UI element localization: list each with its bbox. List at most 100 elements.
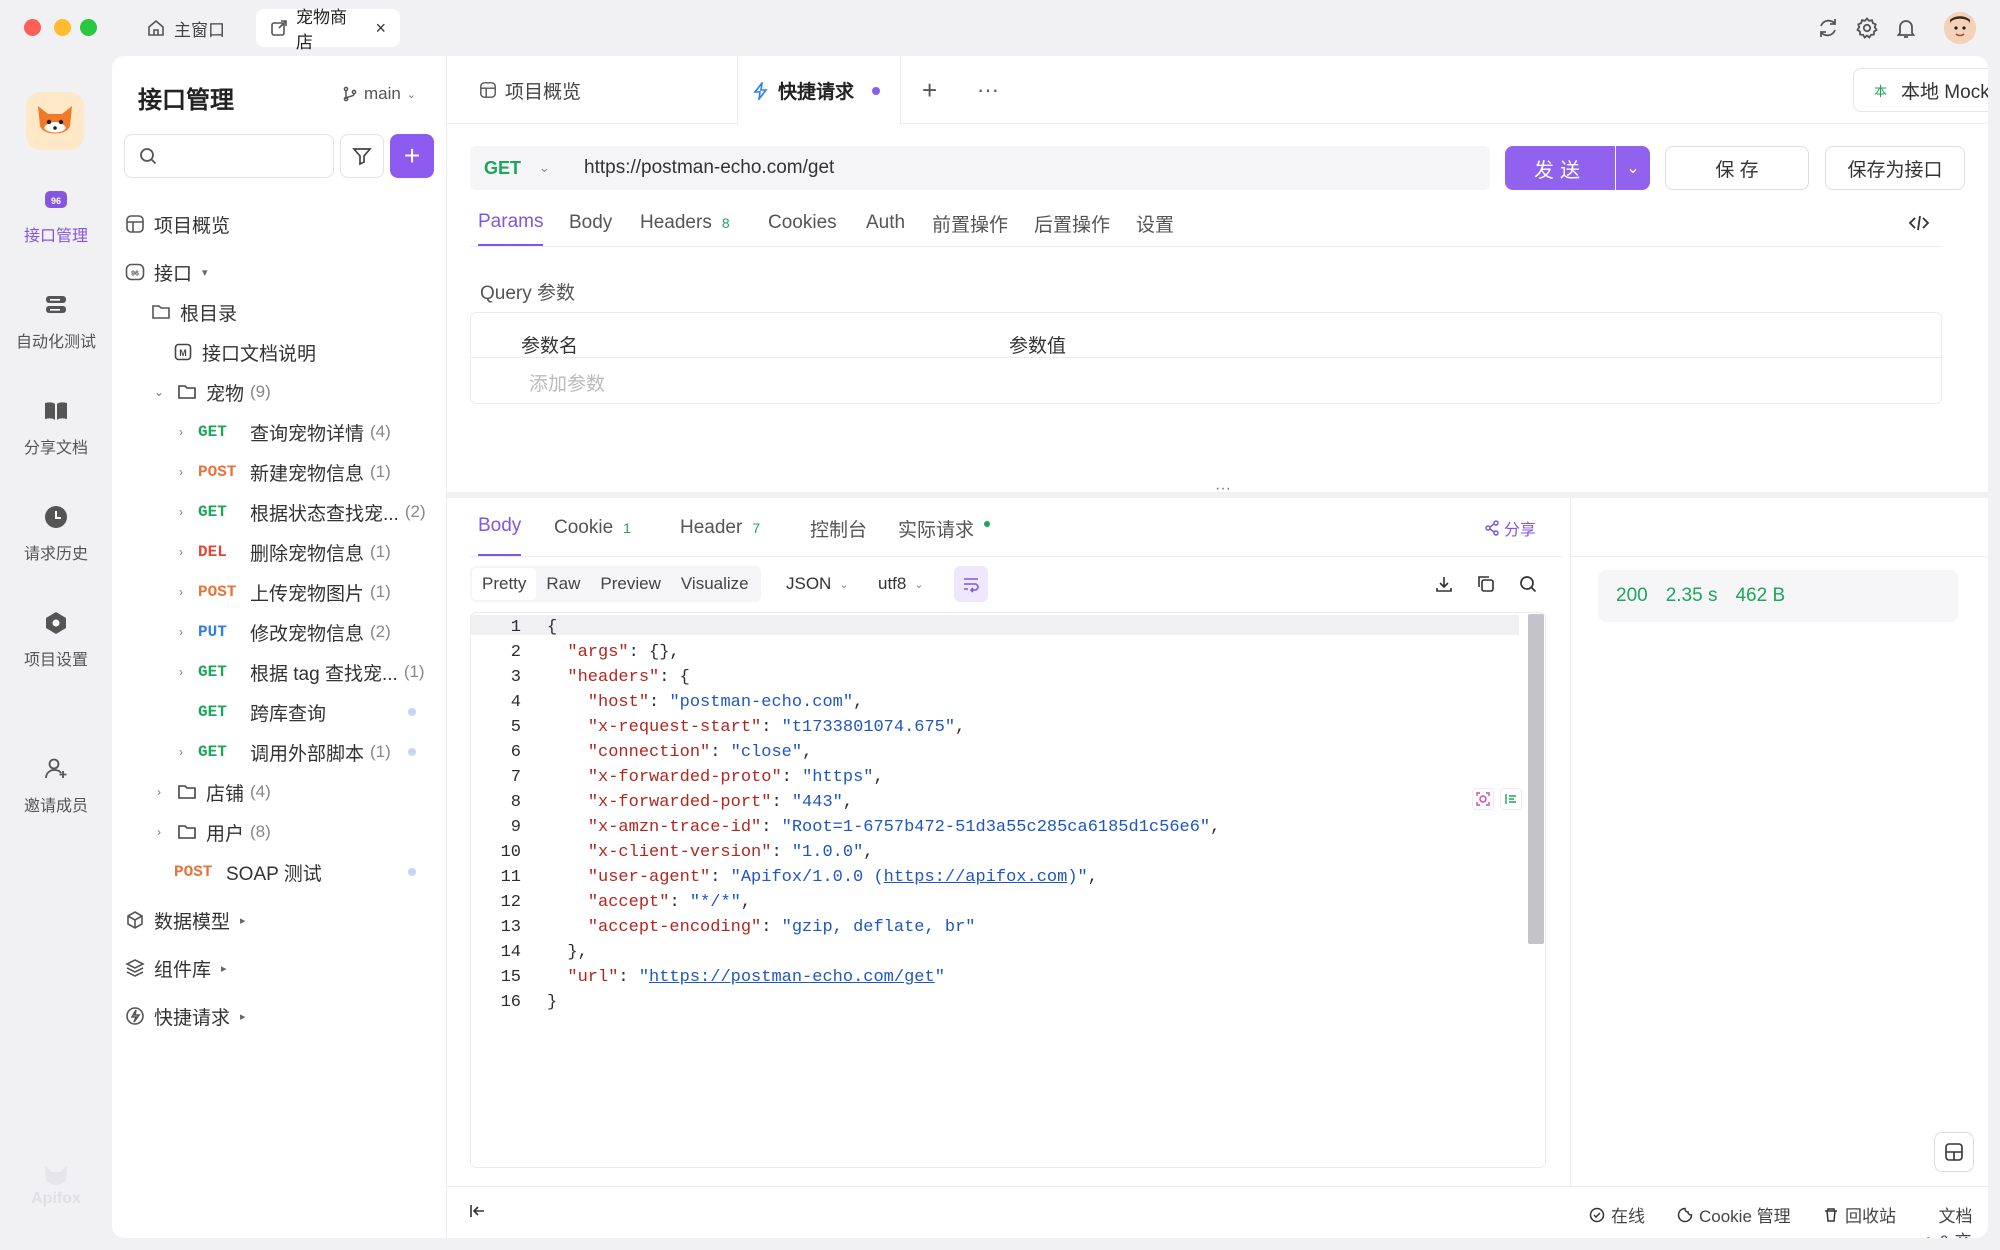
tree-item-interfaces[interactable]: 96 接口 ▾ (124, 252, 208, 292)
rail-item-automation[interactable]: 自动化测试 (0, 290, 112, 352)
filter-button[interactable] (340, 134, 384, 178)
sidebar-search-input[interactable] (124, 134, 334, 178)
tree-endpoint[interactable]: › GET 调用外部脚本 (1) (172, 732, 391, 772)
tab-cookies[interactable]: Cookies (768, 200, 837, 246)
send-options-dropdown[interactable]: ⌄ (1616, 146, 1650, 190)
minimize-window-button[interactable] (54, 19, 71, 36)
cookie-manager-button[interactable]: Cookie 管理 (1677, 1202, 1791, 1227)
new-tab-button[interactable]: + (922, 56, 937, 124)
method-select[interactable]: GET ⌄ (470, 146, 562, 190)
trash-button[interactable]: 回收站 (1823, 1202, 1896, 1227)
line-number: 5 (510, 718, 521, 737)
code-text: } (547, 993, 558, 1012)
online-status[interactable]: 在线 (1589, 1202, 1645, 1227)
url-input[interactable]: https://postman-echo.com/get (562, 146, 1490, 190)
caret-right-icon: ▸ (240, 914, 246, 927)
response-tab-cookie[interactable]: Cookie 1 (554, 498, 631, 558)
save-as-endpoint-button[interactable]: 保存为接口 (1825, 146, 1965, 190)
response-tab-console[interactable]: 控制台 (810, 498, 867, 558)
tree-item-api-doc[interactable]: M 接口文档说明 (172, 332, 316, 372)
rail-item-api-management[interactable]: 96 接口管理 (0, 184, 112, 246)
extract-variable-button[interactable] (1472, 788, 1494, 810)
tree-folder-pets[interactable]: ⌄ 宠物 (9) (150, 372, 271, 412)
response-tab-body[interactable]: Body (478, 498, 522, 556)
close-tab-icon[interactable]: × (375, 18, 386, 39)
add-param-input[interactable]: 添加参数 (529, 369, 605, 396)
collapse-sidebar-button[interactable] (469, 1202, 487, 1220)
copy-button[interactable] (1476, 574, 1496, 594)
tab-quick-request[interactable]: 快捷请求 (737, 56, 901, 125)
close-window-button[interactable] (24, 19, 41, 36)
window-tab-petstore[interactable]: 宠物商店 × (256, 8, 400, 52)
code-snippet-button[interactable] (1908, 200, 1930, 246)
tree-endpoint[interactable]: › POST 新建宠物信息 (1) (172, 452, 391, 492)
format-raw[interactable]: Raw (536, 568, 590, 600)
user-avatar[interactable] (1944, 12, 1976, 44)
docs-community-button[interactable]: 文档 & 交流群 (1925, 1202, 1988, 1238)
tree-item-root[interactable]: 根目录 (150, 292, 237, 332)
tree-endpoint[interactable]: › POST 上传宠物图片 (1) (172, 572, 391, 612)
send-button[interactable]: 发送 (1505, 146, 1615, 190)
more-tabs-button[interactable]: ··· (977, 56, 999, 124)
rail-item-project-settings[interactable]: 项目设置 (0, 608, 112, 670)
tab-project-overview[interactable]: 项目概览 (467, 56, 593, 124)
code-line: 9 "x-amzn-trace-id": "Root=1-6757b472-51… (471, 815, 1521, 840)
environment-selector[interactable]: 本 本地 Mock ⌄ (1853, 68, 1988, 112)
drag-handle-icon: ··· (1215, 480, 1231, 497)
tab-pre-operations[interactable]: 前置操作 (932, 200, 1008, 246)
tree-endpoint-soap[interactable]: POST SOAP 测试 (174, 852, 322, 892)
settings-gear-icon[interactable] (1855, 16, 1879, 40)
refresh-icon[interactable] (1816, 16, 1840, 40)
search-response-button[interactable] (1518, 574, 1538, 594)
code-scrollbar[interactable] (1528, 614, 1544, 944)
word-wrap-toggle[interactable] (954, 566, 988, 602)
tree-endpoint[interactable]: › GET 查询宠物详情 (4) (172, 412, 391, 452)
window-tab-main[interactable]: 主窗口 (132, 9, 239, 47)
code-text: "args": {}, (567, 643, 680, 662)
format-preview[interactable]: Preview (590, 568, 670, 600)
tab-headers[interactable]: Headers 8 (640, 200, 730, 246)
panel-resizer[interactable]: ··· (447, 480, 1988, 498)
tab-settings[interactable]: 设置 (1136, 200, 1174, 246)
tree-folder-user[interactable]: › 用户 (8) (150, 812, 271, 852)
tree-endpoint[interactable]: › DEL 删除宠物信息 (1) (172, 532, 391, 572)
tree-endpoint[interactable]: GET 跨库查询 (198, 692, 326, 732)
trash-icon (1825, 1207, 1837, 1222)
tab-params[interactable]: Params (478, 200, 544, 246)
download-button[interactable] (1434, 574, 1454, 594)
tree-item-quick-requests[interactable]: 快捷请求 ▸ (124, 996, 246, 1036)
tree-item-project-overview[interactable]: 项目概览 (124, 204, 230, 244)
branch-selector[interactable]: main ⌄ (342, 84, 416, 104)
chevron-right-icon: › (157, 785, 161, 799)
tree-endpoint[interactable]: › PUT 修改宠物信息 (2) (172, 612, 391, 652)
tree-item-data-models[interactable]: 数据模型 ▸ (124, 900, 246, 940)
save-button[interactable]: 保 存 (1665, 146, 1809, 190)
tab-auth[interactable]: Auth (866, 200, 905, 246)
response-tab-header[interactable]: Header 7 (680, 498, 760, 558)
code-text: "x-request-start": "t1733801074.675", (587, 718, 966, 737)
plus-icon: + (922, 74, 938, 105)
project-logo[interactable] (26, 92, 84, 150)
response-tab-actual-request[interactable]: 实际请求 (898, 498, 991, 558)
notification-bell-icon[interactable] (1894, 16, 1918, 40)
rail-item-history[interactable]: 请求历史 (0, 502, 112, 564)
add-item-button[interactable]: + (390, 134, 434, 178)
encoding-select[interactable]: utf8 ⌄ (878, 566, 924, 602)
rail-item-invite-members[interactable]: 邀请成员 (0, 754, 112, 816)
rail-item-share-docs[interactable]: 分享文档 (0, 396, 112, 458)
format-visualize[interactable]: Visualize (671, 568, 759, 600)
tab-post-operations[interactable]: 后置操作 (1034, 200, 1110, 246)
language-select[interactable]: JSON ⌄ (786, 566, 849, 602)
response-code-editor[interactable]: 1{2 "args": {}, 3 "headers": {4 "host": "… (470, 612, 1546, 1168)
line-number: 2 (510, 643, 521, 662)
maximize-window-button[interactable] (80, 19, 97, 36)
tree-item-components[interactable]: 组件库 ▸ (124, 948, 227, 988)
format-pretty[interactable]: Pretty (472, 568, 537, 600)
tree-folder-shop[interactable]: › 店铺 (4) (150, 772, 271, 812)
assertion-button[interactable] (1500, 788, 1522, 810)
tab-body[interactable]: Body (569, 200, 612, 246)
share-button[interactable]: 分享 (1484, 498, 1536, 558)
tree-endpoint[interactable]: › GET 根据 tag 查找宠... (1) (172, 652, 425, 692)
tree-endpoint[interactable]: › GET 根据状态查找宠... (2) (172, 492, 426, 532)
layout-toggle-button[interactable] (1934, 1132, 1974, 1172)
